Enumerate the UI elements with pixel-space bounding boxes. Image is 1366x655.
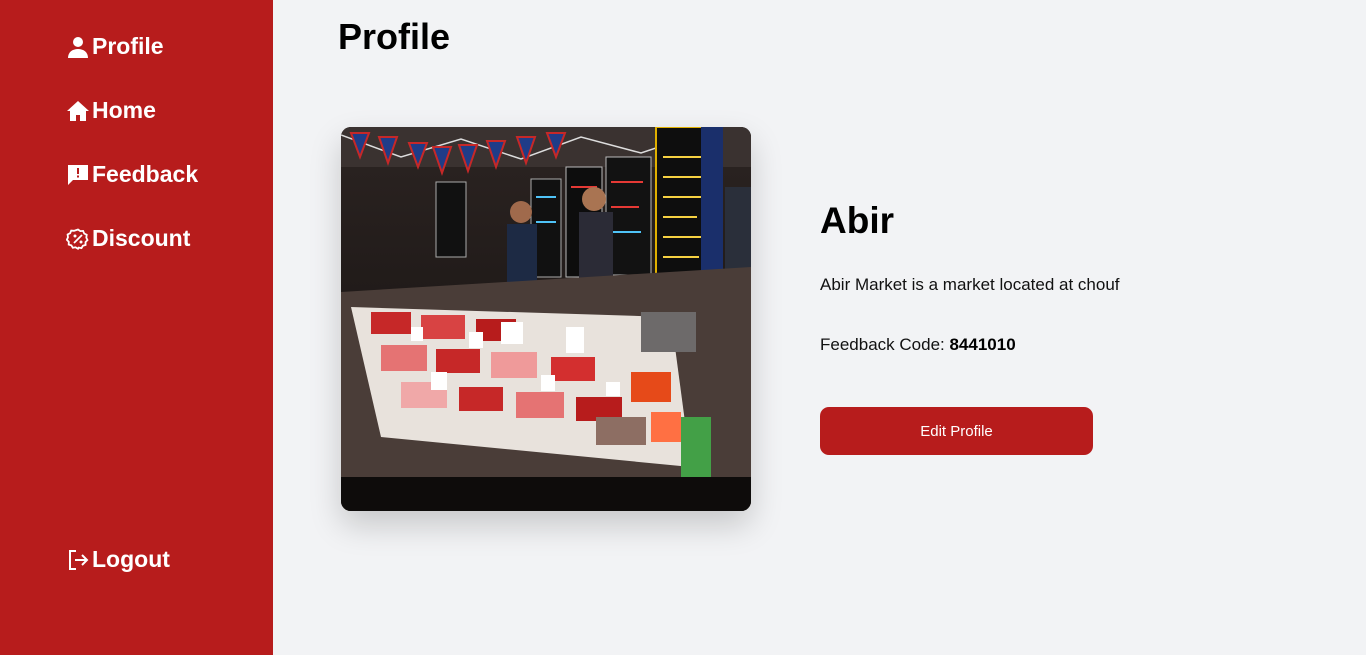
sidebar-item-label: Profile xyxy=(92,33,164,59)
logout-icon xyxy=(66,548,90,572)
page-title: Profile xyxy=(338,16,451,57)
store-name: Abir xyxy=(820,200,894,241)
main-content: Profile Abir Abir Market is a market loc… xyxy=(273,0,1366,655)
feedback-code-value: 8441010 xyxy=(949,335,1016,354)
sidebar-item-feedback[interactable]: Feedback xyxy=(66,161,198,188)
sidebar-item-profile[interactable]: Profile xyxy=(66,33,164,60)
user-icon xyxy=(66,35,90,59)
sidebar-item-label: Home xyxy=(92,97,156,123)
store-photo xyxy=(341,127,751,511)
feedback-code-label: Feedback Code: xyxy=(820,335,950,354)
logout-label: Logout xyxy=(92,546,170,572)
sidebar-item-home[interactable]: Home xyxy=(66,97,156,124)
sidebar-item-label: Discount xyxy=(92,225,191,251)
store-description: Abir Market is a market located at chouf xyxy=(820,275,1120,294)
logout-button[interactable]: Logout xyxy=(66,546,170,573)
home-icon xyxy=(66,99,90,123)
discount-badge-icon xyxy=(66,227,90,251)
feedback-icon xyxy=(66,163,90,187)
sidebar-item-discount[interactable]: Discount xyxy=(66,225,190,252)
feedback-code-line: Feedback Code: 8441010 xyxy=(820,335,1016,355)
edit-profile-button[interactable]: Edit Profile xyxy=(820,407,1093,455)
sidebar: Profile Home Feedback Discount Logout xyxy=(0,0,273,655)
sidebar-item-label: Feedback xyxy=(92,161,199,187)
